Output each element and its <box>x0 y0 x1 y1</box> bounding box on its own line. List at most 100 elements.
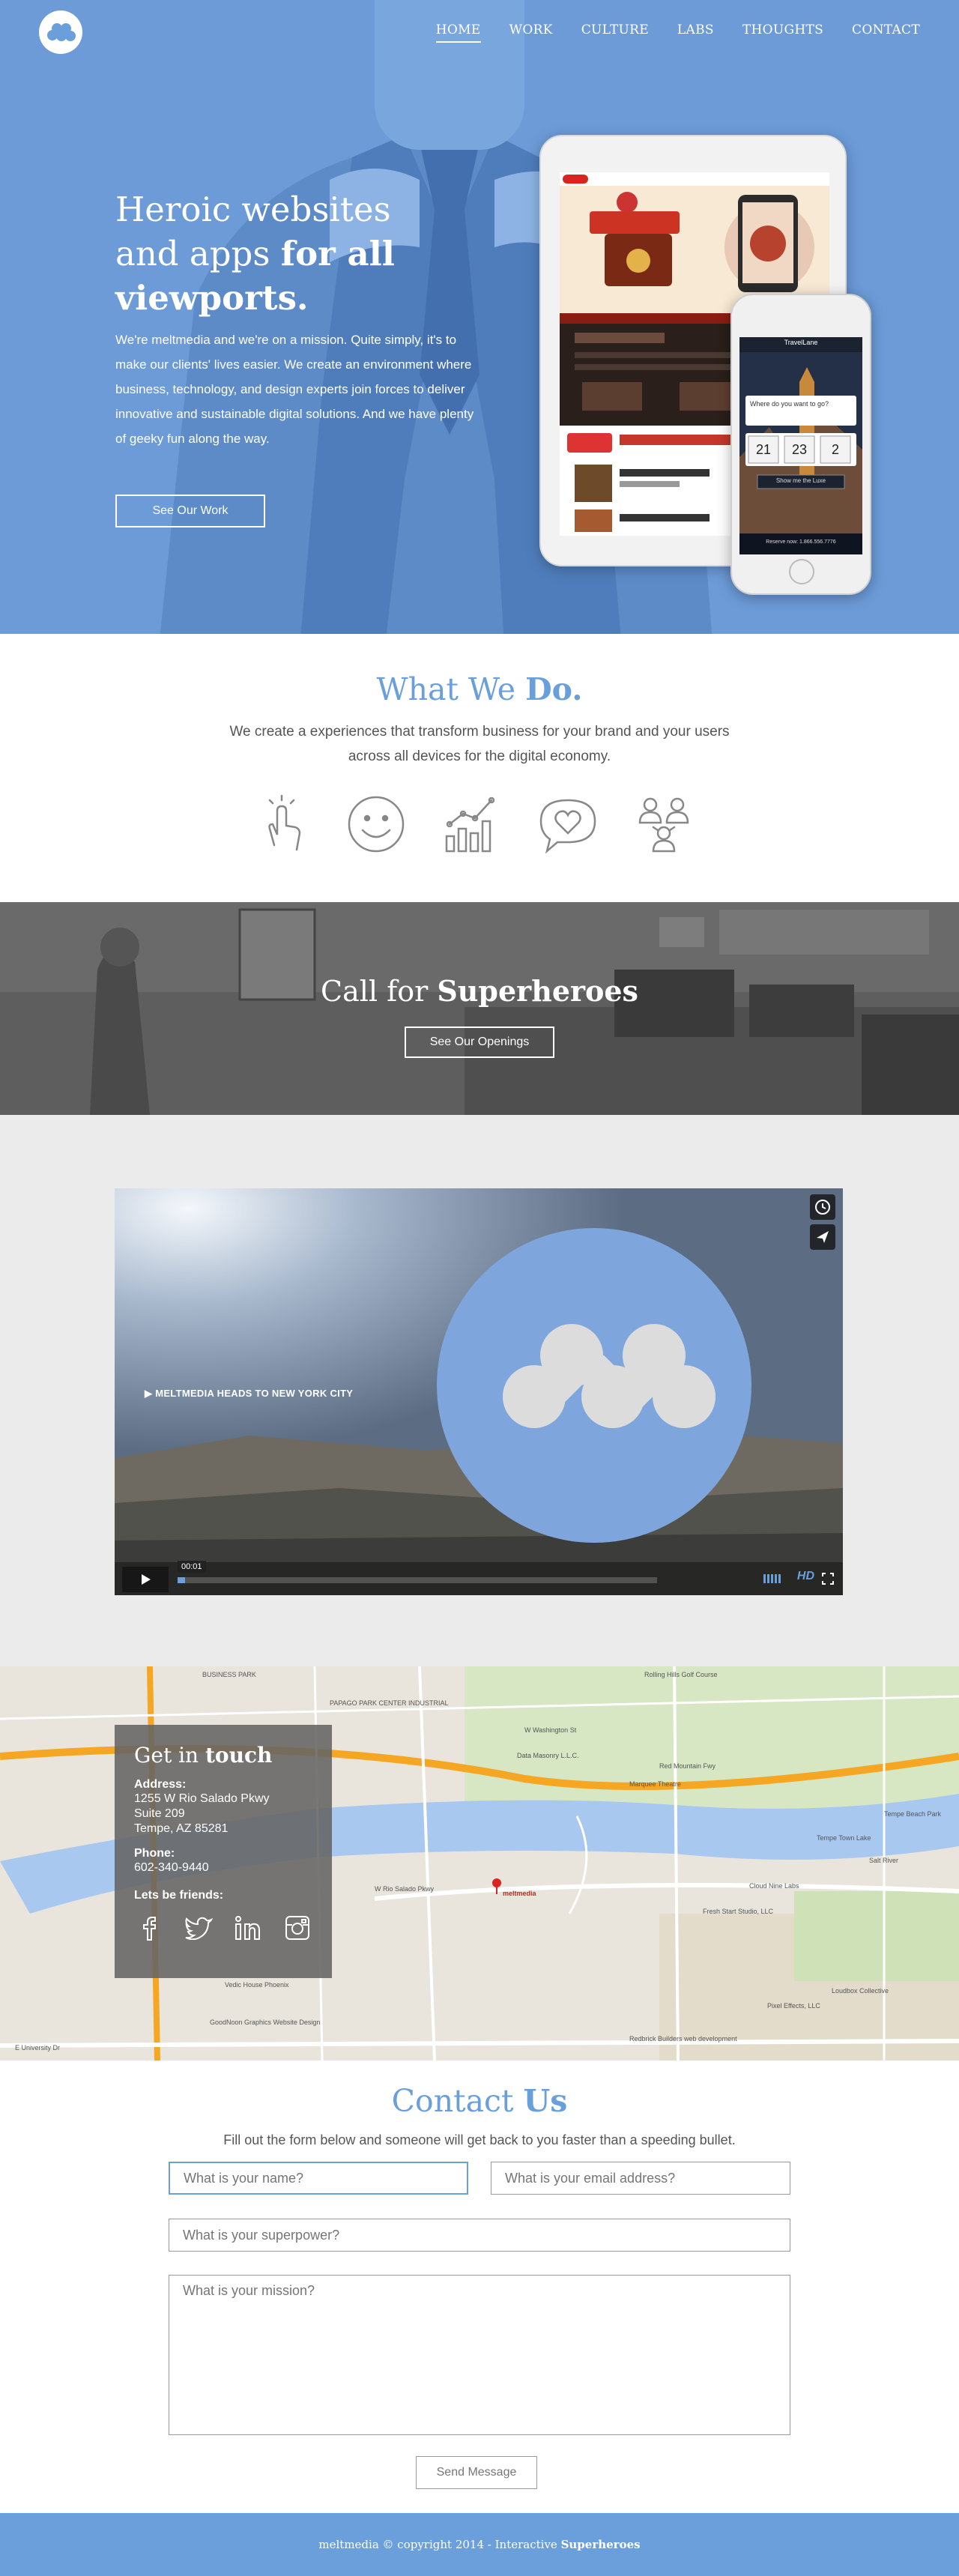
iphone-site-name: TravelLane <box>784 339 818 346</box>
get-in-touch-title: Get in touch <box>134 1743 273 1768</box>
name-field[interactable] <box>169 2162 468 2195</box>
volume-icon[interactable] <box>763 1573 783 1585</box>
superpower-field[interactable] <box>169 2219 790 2252</box>
map-label-loudbox: Loudbox Collective <box>832 1987 889 1995</box>
watch-later-button[interactable] <box>810 1194 835 1220</box>
facebook-icon[interactable] <box>134 1913 164 1943</box>
mission-field[interactable] <box>169 2275 790 2435</box>
iphone-phone: Reserve now: 1.866.556.7776 <box>766 539 836 545</box>
video-logo-circle <box>437 1228 751 1543</box>
touch-icon <box>247 791 313 857</box>
chart-icon <box>439 791 505 857</box>
phone-number[interactable]: 602-340-9440 <box>134 1860 312 1875</box>
see-our-work-button[interactable]: See Our Work <box>115 495 265 527</box>
hero-body: We're meltmedia and we're on a mission. … <box>115 333 474 446</box>
map-label-papago: PAPAGO PARK CENTER INDUSTRIAL <box>330 1699 449 1707</box>
meltmedia-logo[interactable] <box>39 10 82 54</box>
call-for-superheroes-section: Call for Superheroes See Our Openings <box>0 902 959 1115</box>
send-icon <box>817 1231 829 1243</box>
main-nav: HOME WORK CULTURE LABS THOUGHTS CONTACT <box>435 22 920 43</box>
video-time: 00:01 <box>178 1561 206 1573</box>
twitter-icon[interactable] <box>184 1913 214 1943</box>
clock-icon <box>815 1200 830 1215</box>
map-label-pixel-effects: Pixel Effects, LLC <box>767 2002 820 2010</box>
play-button[interactable] <box>122 1567 169 1592</box>
map-label-vedic: Vedic House Phoenix <box>225 1981 289 1989</box>
map-label-data-masonry: Data Masonry L.L.C. <box>517 1752 579 1759</box>
hd-toggle[interactable]: HD <box>797 1570 814 1583</box>
map-label-marquee: Marquee Theatre <box>629 1780 681 1788</box>
video-progress-fill <box>178 1577 185 1583</box>
what-we-do-body: We create a experiences that transform b… <box>229 724 730 764</box>
address-line-1: 1255 W Rio Salado Pkwy <box>134 1792 270 1805</box>
map-label-salt-river: Salt River <box>869 1857 898 1864</box>
map-label-town-lake: Tempe Town Lake <box>817 1834 871 1842</box>
linkedin-icon[interactable] <box>233 1913 263 1943</box>
footer-text: meltmedia © copyright 2014 - Interactive <box>318 2538 561 2551</box>
what-we-do-title: What We Do. <box>376 671 583 707</box>
meltmedia-logo-icon <box>503 1324 716 1428</box>
email-field[interactable] <box>491 2162 790 2195</box>
video-progress[interactable] <box>178 1577 657 1583</box>
iphone-date-c: 2 <box>831 442 839 457</box>
address-line-3: Tempe, AZ 85281 <box>134 1822 229 1835</box>
iphone-screen: TravelLane Where do you want to go? 21 2… <box>739 337 862 554</box>
see-our-openings-button[interactable]: See Our Openings <box>405 1027 554 1058</box>
phone-label: Phone: <box>134 1847 175 1860</box>
what-we-do-section: What We Do. We create a experiences that… <box>0 634 959 902</box>
send-message-button[interactable]: Send Message <box>416 2456 537 2489</box>
map-label-university: E University Dr <box>15 2044 60 2052</box>
iphone-date-a: 21 <box>755 442 772 457</box>
get-in-touch-card: Get in touch Address: 1255 W Rio Salado … <box>115 1725 332 1978</box>
video-player[interactable]: ▶ MELTMEDIA HEADS TO NEW YORK CITY 00:01… <box>115 1188 843 1595</box>
footer: meltmedia © copyright 2014 - Interactive… <box>0 2513 959 2576</box>
nav-culture[interactable]: CULTURE <box>581 22 649 43</box>
fullscreen-icon[interactable] <box>822 1573 834 1585</box>
video-controls: 00:01 HD <box>115 1561 843 1595</box>
share-button[interactable] <box>810 1224 835 1250</box>
hero-section: Heroic websites and apps for all viewpor… <box>0 0 959 634</box>
top-nav: HOME WORK CULTURE LABS THOUGHTS CONTACT <box>0 0 959 67</box>
map-label-tempe-beach: Tempe Beach Park <box>884 1810 942 1818</box>
nav-contact[interactable]: CONTACT <box>852 22 920 43</box>
address-line-2: Suite 209 <box>134 1807 185 1820</box>
play-icon <box>142 1574 151 1585</box>
footer-text-bold: Superheroes <box>560 2538 641 2551</box>
nav-work[interactable]: WORK <box>509 22 553 43</box>
iphone-prompt: Where do you want to go? <box>750 400 829 408</box>
map-label-rolling-hills: Rolling Hills Golf Course <box>644 1671 718 1678</box>
map-label-cloud-nine: Cloud Nine Labs <box>749 1882 799 1890</box>
iphone-device: TravelLane Where do you want to go? 21 2… <box>730 294 871 595</box>
map-label-red-mountain: Red Mountain Fwy <box>659 1762 716 1770</box>
nav-thoughts[interactable]: THOUGHTS <box>742 22 823 43</box>
instagram-icon[interactable] <box>282 1913 312 1943</box>
map-pin-label: meltmedia <box>503 1890 537 1897</box>
iphone-cta: Show me the Luxe <box>775 477 826 484</box>
contact-us-title: Contact Us <box>391 2083 568 2119</box>
video-title: ▶ MELTMEDIA HEADS TO NEW YORK CITY <box>145 1388 354 1399</box>
map-label-rio-salado: W Rio Salado Pkwy <box>375 1885 435 1893</box>
iphone-home-button <box>789 559 814 584</box>
video-section: ▶ MELTMEDIA HEADS TO NEW YORK CITY 00:01… <box>0 1115 959 1666</box>
iphone-date-b: 23 <box>791 442 808 457</box>
address-label: Address: <box>134 1778 187 1791</box>
heart-chat-icon <box>535 791 601 857</box>
map-label-washington: W Washington St <box>524 1726 577 1734</box>
people-icon <box>631 791 697 857</box>
map-label-business-park: BUSINESS PARK <box>202 1671 256 1678</box>
office-photo <box>0 902 959 1115</box>
nav-home[interactable]: HOME <box>435 22 481 43</box>
hero-headline: Heroic websites and apps for all viewpor… <box>115 190 395 318</box>
logo-icon <box>47 23 76 41</box>
map-label-redbrick: Redbrick Builders web development <box>629 2035 737 2043</box>
contact-us-subtitle: Fill out the form below and someone will… <box>223 2132 736 2147</box>
map-label-goodnoon: GoodNoon Graphics Website Design <box>210 2019 320 2026</box>
nav-labs[interactable]: LABS <box>677 22 714 43</box>
map-label-fresh-start: Fresh Start Studio, LLC <box>703 1908 774 1915</box>
services-icons <box>247 791 697 859</box>
smile-icon <box>343 791 409 857</box>
map-section[interactable]: W Washington St Red Mountain Fwy W Rio S… <box>0 1666 959 2061</box>
contact-us-section: Contact Us Fill out the form below and s… <box>0 2061 959 2513</box>
lets-be-friends-label: Lets be friends: <box>134 1889 224 1902</box>
social-links <box>134 1913 312 1943</box>
